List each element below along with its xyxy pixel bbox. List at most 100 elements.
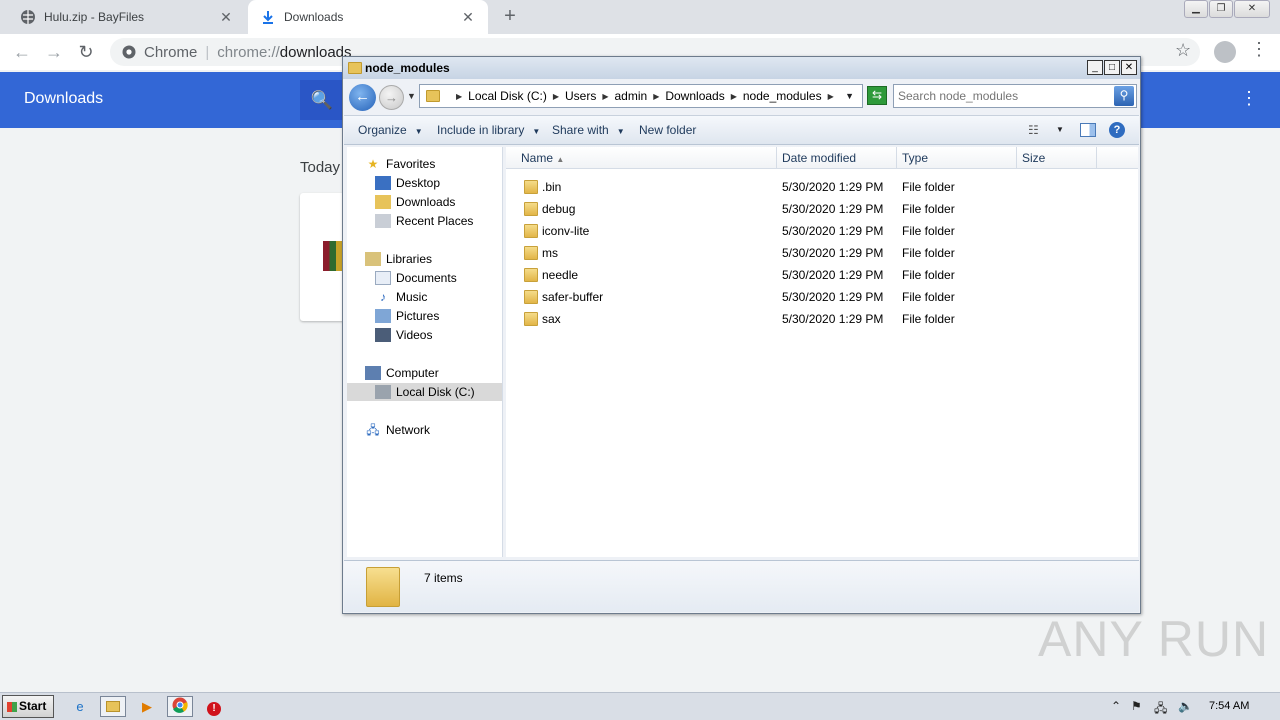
recent-pages-dropdown-icon[interactable]: ▼ <box>407 91 416 101</box>
chevron-right-icon[interactable]: ▶ <box>653 92 659 101</box>
close-window-button[interactable]: ✕ <box>1234 0 1270 18</box>
nav-pictures[interactable]: Pictures <box>375 307 439 325</box>
search-box[interactable]: ⚲ <box>893 84 1137 108</box>
nav-local-disk[interactable]: Local Disk (C:) <box>347 383 502 401</box>
tab-downloads[interactable]: Downloads ✕ <box>248 0 488 34</box>
nav-computer[interactable]: Computer <box>365 364 439 382</box>
explorer-navbar: ← → ▼ ▶ Local Disk (C:) ▶ Users ▶ admin … <box>346 82 1137 112</box>
file-type: File folder <box>902 246 955 260</box>
reload-icon[interactable]: ↻ <box>74 40 98 64</box>
forward-arrow-icon[interactable]: → <box>42 40 66 64</box>
nav-downloads[interactable]: Downloads <box>375 193 455 211</box>
file-row[interactable]: .bin 5/30/2020 1:29 PM File folder <box>506 175 1138 197</box>
new-tab-button[interactable]: + <box>498 5 522 29</box>
nav-documents[interactable]: Documents <box>375 269 457 287</box>
chrome-taskbar-icon[interactable] <box>167 696 193 717</box>
file-row[interactable]: debug 5/30/2020 1:29 PM File folder <box>506 197 1138 219</box>
refresh-icon[interactable]: ⇆ <box>867 86 887 105</box>
include-in-library-button[interactable]: Include in library ▼ <box>437 123 540 137</box>
separator: | <box>205 43 210 61</box>
organize-button[interactable]: Organize ▼ <box>358 123 423 137</box>
close-button[interactable]: ✕ <box>1121 60 1137 75</box>
nav-label: Local Disk (C:) <box>396 385 475 399</box>
chevron-down-icon[interactable]: ▼ <box>845 91 854 101</box>
minimize-button[interactable]: _ <box>1087 60 1103 75</box>
bookmark-star-icon[interactable]: ☆ <box>1175 40 1191 61</box>
file-date: 5/30/2020 1:29 PM <box>782 202 884 216</box>
desktop-icon <box>375 176 391 190</box>
search-icon[interactable]: ⚲ <box>1114 86 1134 106</box>
nav-network[interactable]: 🖧 Network <box>365 421 430 439</box>
nav-desktop[interactable]: Desktop <box>375 174 440 192</box>
search-input[interactable] <box>898 87 1108 105</box>
column-header-size[interactable]: Size <box>1017 147 1097 169</box>
file-type: File folder <box>902 180 955 194</box>
file-row[interactable]: safer-buffer 5/30/2020 1:29 PM File fold… <box>506 285 1138 307</box>
chevron-right-icon[interactable]: ▶ <box>456 92 462 101</box>
minimize-window-button[interactable]: ▁ <box>1184 0 1208 18</box>
chevron-right-icon[interactable]: ▶ <box>553 92 559 101</box>
share-with-button[interactable]: Share with ▼ <box>552 123 625 137</box>
maximize-button[interactable]: □ <box>1104 60 1120 75</box>
chevron-down-icon[interactable]: ▼ <box>1056 125 1064 134</box>
more-options-icon[interactable]: ⋮ <box>1240 88 1258 109</box>
explorer-titlebar[interactable]: node_modules _ □ ✕ <box>343 57 1140 79</box>
column-headers: Name ▲ Date modified Type Size <box>506 147 1138 169</box>
volume-icon[interactable]: 🔈 <box>1178 699 1193 713</box>
chrome-menu-icon[interactable]: ⋮ <box>1250 39 1268 60</box>
nav-videos[interactable]: Videos <box>375 326 432 344</box>
nav-label: Favorites <box>386 157 436 171</box>
antivirus-icon[interactable]: ! <box>201 696 227 717</box>
column-header-date[interactable]: Date modified <box>777 147 897 169</box>
new-folder-button[interactable]: New folder <box>639 123 696 137</box>
search-icon[interactable]: 🔍 <box>300 80 344 120</box>
chevron-right-icon[interactable]: ▶ <box>731 92 737 101</box>
address-breadcrumb[interactable]: ▶ Local Disk (C:) ▶ Users ▶ admin ▶ Down… <box>419 84 863 108</box>
nav-favorites[interactable]: ★ Favorites <box>365 155 436 173</box>
file-row[interactable]: ms 5/30/2020 1:29 PM File folder <box>506 241 1138 263</box>
column-label: Name <box>521 151 554 165</box>
forward-arrow-icon[interactable]: → <box>379 85 404 110</box>
chevron-right-icon[interactable]: ▶ <box>828 92 834 101</box>
chevron-right-icon[interactable]: ▶ <box>602 92 608 101</box>
view-details-icon[interactable]: ☷ <box>1028 123 1039 137</box>
nav-label: Desktop <box>396 176 441 190</box>
file-explorer-icon[interactable] <box>100 696 126 717</box>
profile-avatar-icon[interactable] <box>1214 41 1236 63</box>
column-header-type[interactable]: Type <box>897 147 1017 169</box>
media-player-icon[interactable]: ▶ <box>134 696 160 717</box>
network-tray-icon[interactable]: 🖧 <box>1154 699 1167 720</box>
action-center-flag-icon[interactable]: ⚑ <box>1131 699 1142 713</box>
restore-window-button[interactable]: ❐ <box>1209 0 1233 18</box>
file-row[interactable]: sax 5/30/2020 1:29 PM File folder <box>506 307 1138 329</box>
close-icon[interactable]: ✕ <box>460 9 476 26</box>
internet-explorer-icon[interactable]: e <box>67 696 93 717</box>
file-row[interactable]: needle 5/30/2020 1:29 PM File folder <box>506 263 1138 285</box>
file-name: sax <box>542 312 561 326</box>
file-name: safer-buffer <box>542 290 604 304</box>
back-arrow-icon[interactable]: ← <box>349 84 376 111</box>
start-button[interactable]: Start <box>2 695 54 718</box>
show-hidden-icons-icon[interactable]: ⌃ <box>1111 699 1121 713</box>
back-arrow-icon[interactable]: ← <box>10 40 34 64</box>
file-row[interactable]: iconv-lite 5/30/2020 1:29 PM File folder <box>506 219 1138 241</box>
nav-music[interactable]: ♪ Music <box>375 288 427 306</box>
close-icon[interactable]: ✕ <box>218 9 234 26</box>
folder-icon <box>524 268 538 282</box>
taskbar-clock[interactable]: 7:54 AM <box>1209 700 1249 712</box>
file-name: iconv-lite <box>542 224 590 238</box>
preview-pane-icon[interactable] <box>1080 123 1096 137</box>
help-icon[interactable]: ? <box>1109 122 1125 138</box>
tab-hulu-bayfiles[interactable]: Hulu.zip - BayFiles ✕ <box>8 0 246 34</box>
share-label: Share with <box>552 123 609 137</box>
nav-recent-places[interactable]: Recent Places <box>375 212 473 230</box>
nav-libraries[interactable]: Libraries <box>365 250 432 268</box>
column-header-name[interactable]: Name ▲ <box>516 147 777 169</box>
breadcrumb-users[interactable]: Users <box>565 89 596 103</box>
breadcrumb-local-disk[interactable]: Local Disk (C:) <box>468 89 547 103</box>
breadcrumb-admin[interactable]: admin <box>615 89 648 103</box>
file-date: 5/30/2020 1:29 PM <box>782 268 884 282</box>
libraries-icon <box>365 252 381 266</box>
breadcrumb-node-modules[interactable]: node_modules <box>743 89 822 103</box>
breadcrumb-downloads[interactable]: Downloads <box>665 89 724 103</box>
